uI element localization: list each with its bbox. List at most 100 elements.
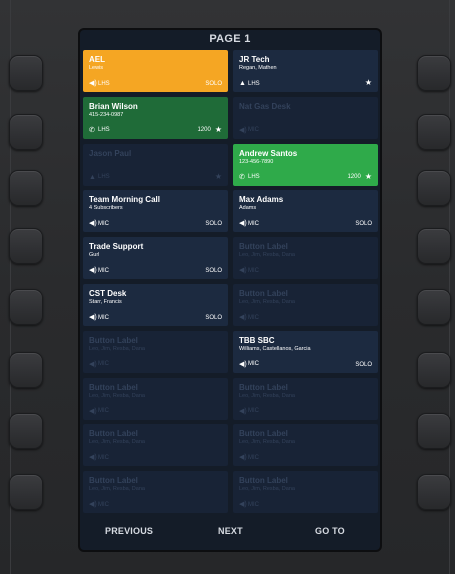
button-subtitle: Lewis	[89, 65, 104, 71]
source-label: LHS	[248, 174, 260, 181]
speed-dial-button[interactable]: Button Label Leo, Jim, Resba, Dana ◀) MIC	[83, 424, 228, 467]
button-title: JR Tech	[239, 55, 270, 64]
star-icon: ★	[364, 78, 372, 87]
button-status: SOLO	[355, 362, 372, 368]
source-label: MIC	[248, 501, 259, 508]
button-title: Team Morning Call	[89, 195, 160, 205]
speaker-icon: ◀)	[89, 501, 97, 509]
source-label: MIC	[248, 127, 259, 134]
speaker-icon: ◀)	[239, 407, 247, 415]
button-status: SOLO	[205, 81, 222, 87]
speed-dial-button[interactable]: Trade Support Gurl ◀) MIC SOLO	[83, 237, 228, 280]
button-title: Button Label	[89, 382, 138, 392]
button-title: CST Desk	[89, 289, 127, 298]
speaker-icon: ◀)	[89, 360, 97, 368]
hardware-button-left-2[interactable]	[9, 114, 43, 150]
button-title: TBB SBC	[239, 335, 275, 345]
speaker-icon: ◀)	[239, 267, 247, 275]
button-title: AEL	[89, 55, 105, 64]
button-title: Button Label	[239, 242, 288, 252]
speed-dial-button[interactable]: AEL Lewis ◀) LHS SOLO	[83, 50, 228, 92]
button-title: Button Label	[89, 429, 138, 439]
speaker-icon: ◀)	[89, 267, 97, 275]
goto-button[interactable]: GO TO	[315, 526, 345, 536]
button-status: SOLO	[205, 221, 222, 227]
speed-dial-button[interactable]: Button Label Leo, Jim, Resba, Dana ◀) MIC	[233, 377, 378, 420]
speed-dial-button[interactable]: Button Label Leo, Jim, Resba, Dana ◀) MIC	[233, 237, 378, 280]
source-label: MIC	[248, 361, 259, 368]
hardware-button-left-1[interactable]	[9, 55, 43, 91]
hardware-button-left-8[interactable]	[9, 474, 43, 510]
button-source: ◀) MIC	[239, 454, 259, 461]
button-source: ◀) MIC	[89, 220, 109, 227]
button-title: Button Label	[239, 382, 288, 392]
hardware-button-right-4[interactable]	[417, 228, 451, 264]
speaker-icon: ◀)	[239, 126, 247, 134]
bell-icon: ▲	[89, 173, 96, 181]
source-label: LHS	[248, 80, 260, 87]
star-icon: ★	[214, 124, 222, 134]
button-status: ★	[361, 79, 372, 87]
speed-dial-button[interactable]: Jason Paul ▲ LHS ★	[83, 143, 228, 186]
hardware-button-right-3[interactable]	[417, 170, 451, 206]
status-label: 1200	[347, 173, 361, 180]
speed-dial-button[interactable]: Button Label Leo, Jim, Resba, Dana ◀) MIC	[233, 284, 378, 326]
speed-dial-button[interactable]: CST Desk Starr, Francis ◀) MIC SOLO	[83, 284, 228, 326]
source-label: LHS	[98, 127, 110, 134]
button-title: Nat Gas Desk	[239, 101, 291, 111]
speed-dial-button[interactable]: Nat Gas Desk ◀) MIC	[233, 96, 378, 139]
speed-dial-button[interactable]: Button Label Leo, Jim, Resba, Dana ◀) MIC	[233, 424, 378, 467]
source-label: MIC	[248, 267, 259, 274]
touch-screen: PAGE 1 AEL Lewis ◀) LHS SOLO JR Tech Regan, Ma…	[78, 28, 382, 552]
speed-dial-button[interactable]: Button Label Leo, Jim, Resba, Dana ◀) MIC	[83, 377, 228, 420]
speed-dial-button[interactable]: Button Label Leo, Jim, Resba, Dana ◀) MIC	[233, 471, 378, 514]
source-label: MIC	[248, 408, 259, 415]
speed-dial-button[interactable]: Max Adams Adams ◀) MIC SOLO	[233, 190, 378, 233]
button-subtitle: Leo, Jim, Resba, Dana	[89, 345, 145, 352]
status-label: 1200	[197, 126, 211, 133]
button-source: ◀) MIC	[239, 267, 259, 274]
button-status: ★	[211, 172, 222, 181]
button-title: Button Label	[89, 476, 138, 486]
button-source: ◀) MIC	[239, 314, 259, 321]
button-title: Button Label	[239, 476, 288, 486]
hardware-button-right-7[interactable]	[417, 413, 451, 449]
page-title: PAGE 1	[209, 33, 251, 45]
speed-dial-button[interactable]: Button Label Leo, Jim, Resba, Dana ◀) MIC	[83, 330, 228, 373]
hardware-button-left-5[interactable]	[9, 289, 43, 325]
speed-dial-button[interactable]: Brian Wilson 415-234-0987 ✆ LHS 1200 ★	[83, 96, 228, 139]
speaker-icon: ◀)	[89, 314, 97, 321]
speed-dial-button[interactable]: JR Tech Regan, Mathen ▲ LHS ★	[233, 50, 378, 92]
speed-dial-button[interactable]: Button Label Leo, Jim, Resba, Dana ◀) MIC	[83, 471, 228, 514]
hardware-button-right-6[interactable]	[417, 352, 451, 388]
source-label: MIC	[98, 361, 109, 368]
hardware-button-right-1[interactable]	[417, 55, 451, 91]
next-button[interactable]: NEXT	[218, 526, 243, 536]
button-title: Button Label	[239, 429, 288, 439]
button-source: ◀) MIC	[239, 361, 259, 368]
button-subtitle: Leo, Jim, Resba, Dana	[239, 392, 295, 399]
previous-button[interactable]: PREVIOUS	[105, 526, 153, 536]
speed-dial-button[interactable]: Team Morning Call 4 Subscribers ◀) MIC SOLO	[83, 190, 228, 233]
speed-dial-button[interactable]: Andrew Santos 123-456-7890 ✆ LHS 1200 ★	[233, 143, 378, 186]
status-label: SOLO	[205, 268, 222, 275]
hardware-button-right-5[interactable]	[417, 289, 451, 325]
speed-dial-button[interactable]: TBB SBC Williams, Castellanos, Garcia ◀) MI…	[233, 330, 378, 373]
speaker-icon: ◀)	[89, 220, 97, 228]
button-title: Jason Paul	[89, 148, 132, 158]
hardware-button-left-4[interactable]	[9, 228, 43, 264]
hardware-button-left-6[interactable]	[9, 352, 43, 388]
button-subtitle: Leo, Jim, Resba, Dana	[89, 486, 145, 493]
navigation-bar: PREVIOUS NEXT GO TO	[80, 526, 380, 544]
hardware-button-left-7[interactable]	[9, 413, 43, 449]
button-source: ▲ LHS	[239, 80, 260, 87]
hardware-button-right-2[interactable]	[417, 114, 451, 150]
button-title: Brian Wilson	[89, 101, 138, 111]
speaker-icon: ◀)	[239, 360, 247, 368]
hardware-button-right-8[interactable]	[417, 474, 451, 510]
button-source: ✆ LHS	[89, 127, 110, 134]
button-subtitle: Gurl	[89, 252, 100, 259]
button-source: ◀) MIC	[89, 454, 109, 461]
button-source: ◀) LHS	[89, 80, 110, 87]
hardware-button-left-3[interactable]	[9, 170, 43, 206]
